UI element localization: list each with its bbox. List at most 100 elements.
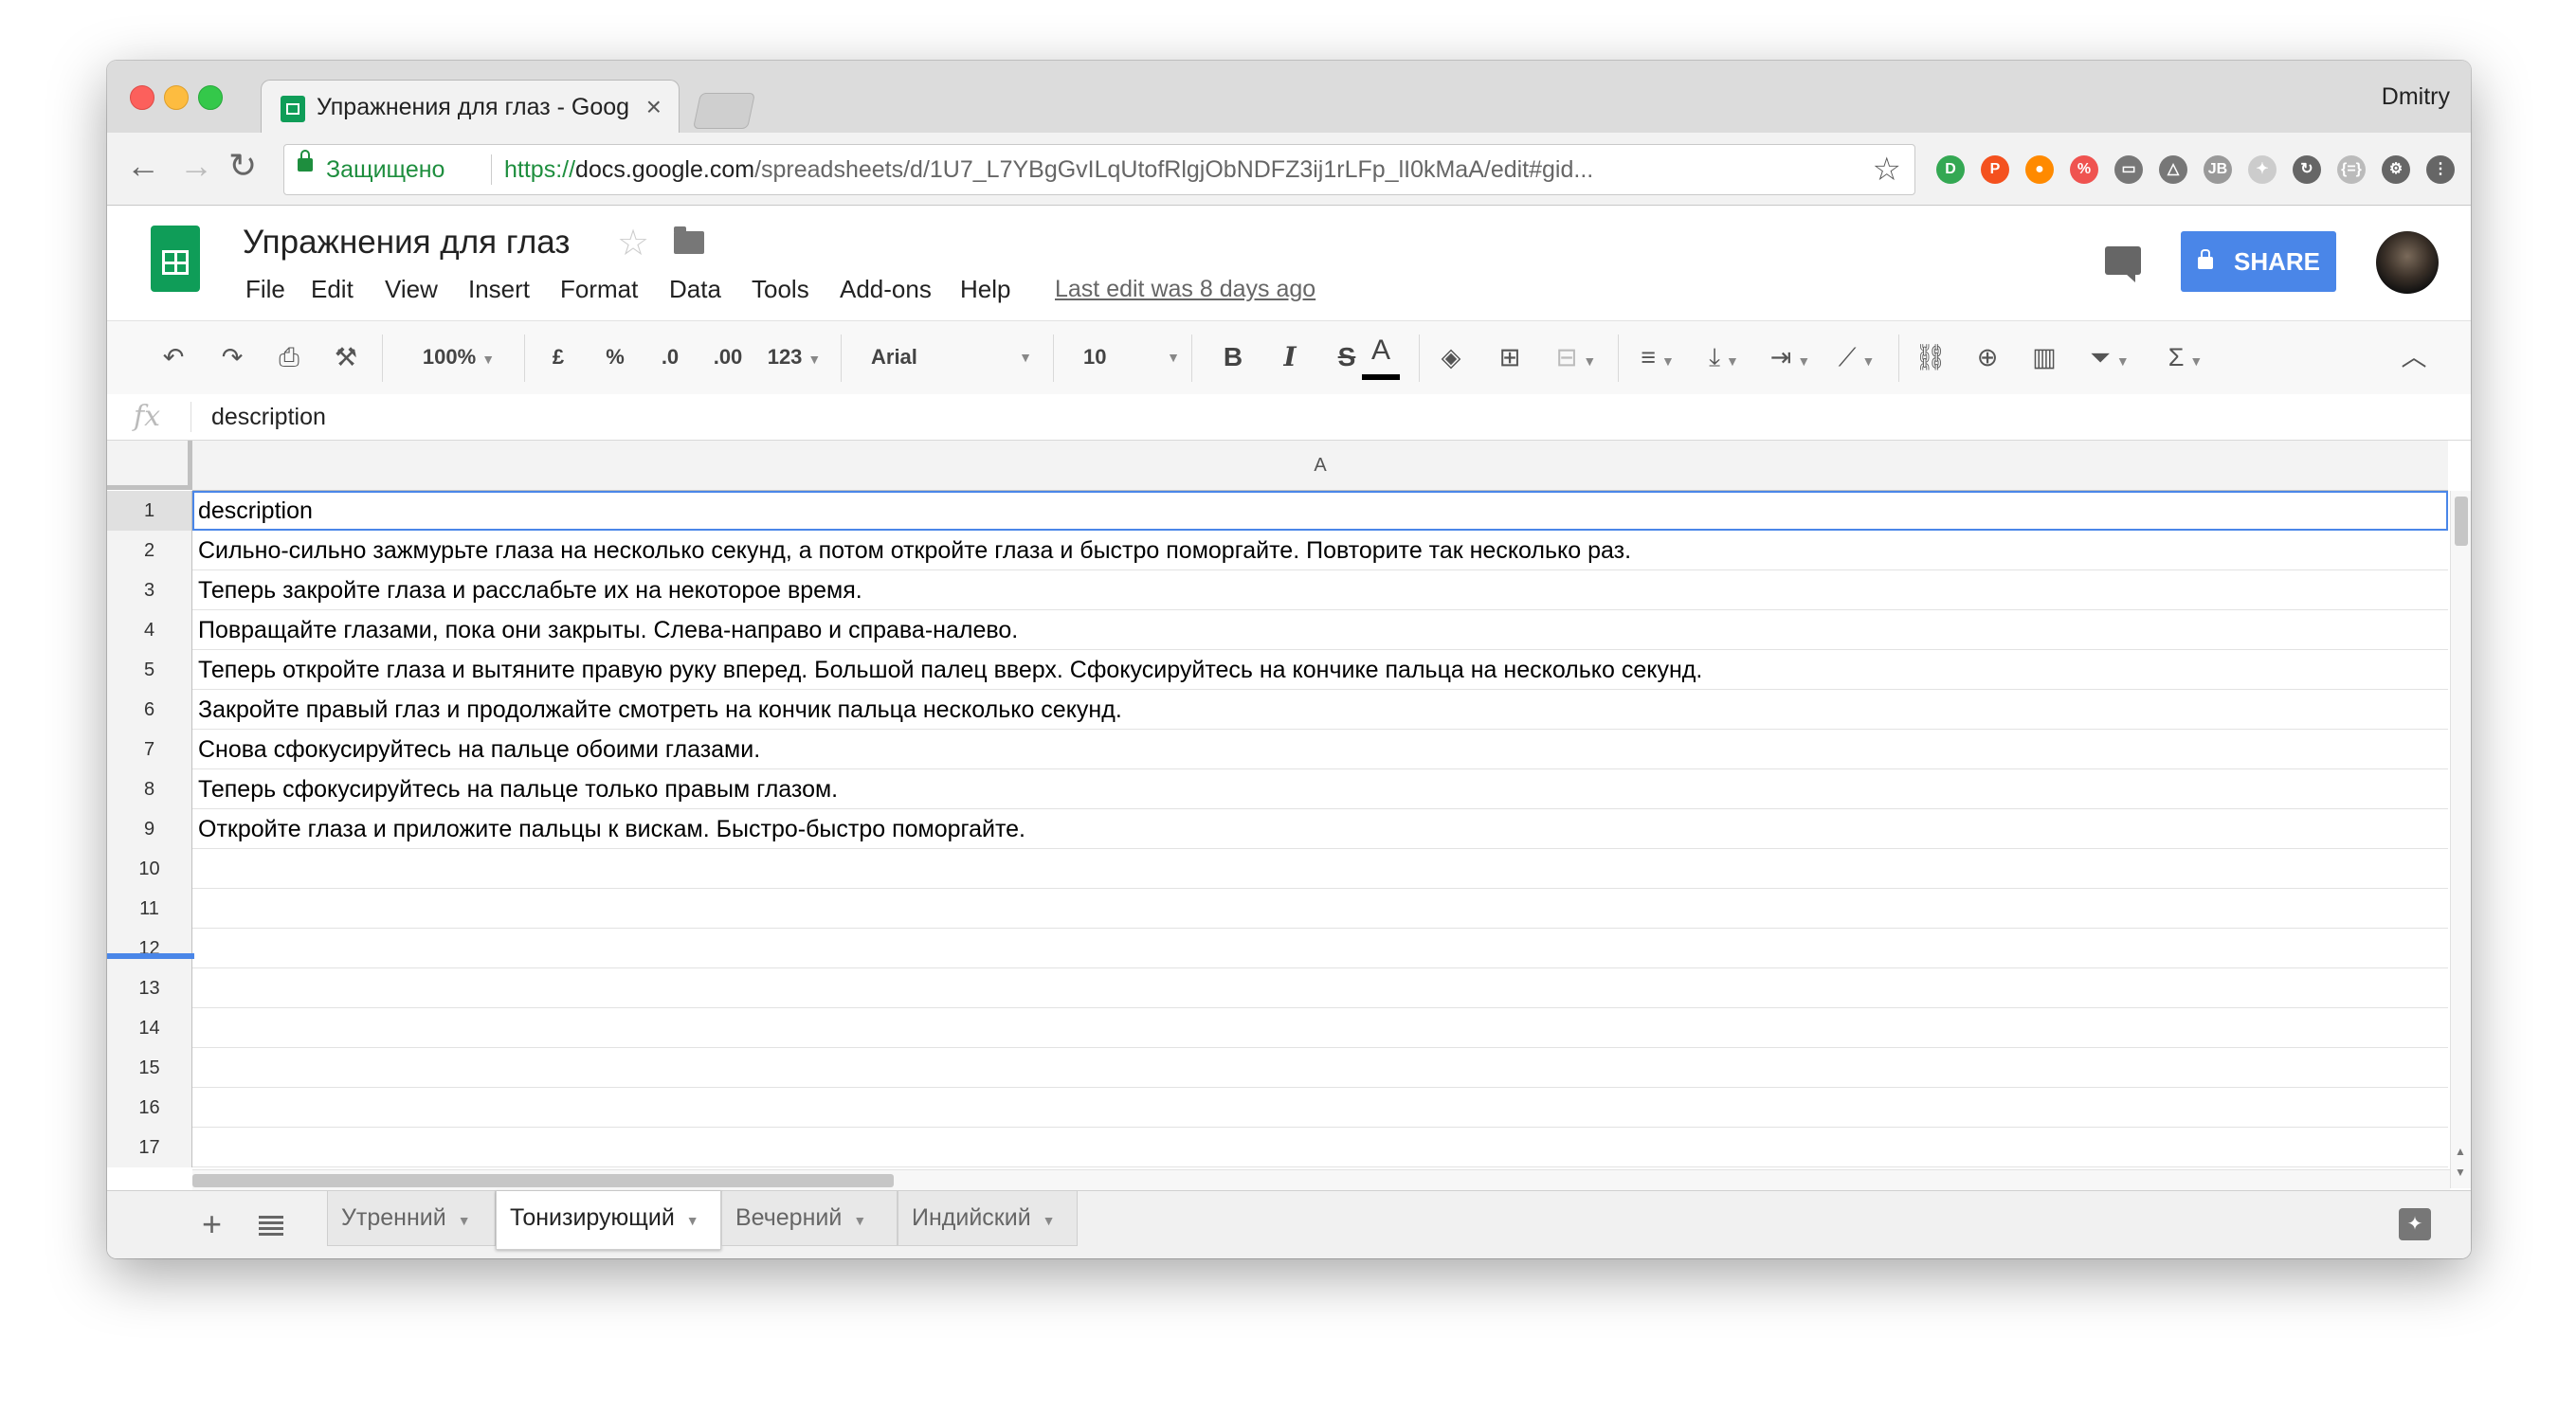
- more-formats-button[interactable]: 123 ▼: [761, 336, 827, 378]
- profile-name[interactable]: Dmitry: [2382, 83, 2450, 111]
- drive-icon[interactable]: △: [2159, 155, 2187, 184]
- merge-cells-icon[interactable]: ⊟ ▼: [1548, 336, 1605, 378]
- cell-a[interactable]: Откройте глаза и приложите пальцы к виск…: [198, 809, 1025, 849]
- json-extension[interactable]: {=}: [2337, 155, 2366, 184]
- text-wrapping-icon[interactable]: ⇥ ▼: [1762, 336, 1819, 378]
- row-header[interactable]: 17: [107, 1128, 192, 1167]
- sync-icon[interactable]: ↻: [2293, 155, 2321, 184]
- menu-dots-icon[interactable]: ⋮: [2426, 155, 2455, 184]
- cell-a[interactable]: Закройте правый глаз и продолжайте смотр…: [198, 690, 1122, 730]
- move-to-folder-icon[interactable]: [674, 226, 704, 254]
- row-header[interactable]: 8: [107, 769, 192, 809]
- horizontal-align-icon[interactable]: ≡ ▼: [1629, 336, 1686, 378]
- redo-icon[interactable]: ↷: [213, 336, 251, 378]
- row-header[interactable]: 12: [107, 929, 192, 968]
- row-header[interactable]: 5: [107, 650, 192, 690]
- cell-a[interactable]: Теперь откройте глаза и вытяните правую …: [198, 650, 1702, 690]
- browser-tab[interactable]: Упражнения для глаз - Google Sheets ×: [261, 80, 680, 136]
- document-title[interactable]: Упражнения для глаз: [243, 224, 570, 262]
- menu-format[interactable]: Format: [560, 275, 638, 304]
- sheet-tab-morning[interactable]: Утренний ▼: [327, 1191, 496, 1246]
- cell-a[interactable]: Теперь закройте глаза и расслабьте их на…: [198, 570, 862, 610]
- all-sheets-icon[interactable]: [259, 1216, 283, 1237]
- row-header[interactable]: 13: [107, 968, 192, 1008]
- bold-button[interactable]: B: [1214, 336, 1252, 378]
- sheets-logo-icon[interactable]: [151, 226, 200, 292]
- menu-edit[interactable]: Edit: [311, 275, 354, 304]
- reload-icon[interactable]: ↻: [228, 146, 257, 186]
- percent-extension[interactable]: %: [2070, 155, 2098, 184]
- italic-button[interactable]: I: [1271, 336, 1309, 378]
- orange-extension[interactable]: ●: [2025, 155, 2054, 184]
- decrease-decimals-button[interactable]: .0: [651, 336, 689, 378]
- format-currency-button[interactable]: £: [539, 336, 577, 378]
- menu-add-ons[interactable]: Add-ons: [840, 275, 932, 304]
- add-sheet-icon[interactable]: +: [202, 1204, 222, 1244]
- close-window-button[interactable]: [130, 85, 154, 110]
- zoom-window-button[interactable]: [198, 85, 223, 110]
- sheet-tab-indian[interactable]: Индийский ▼: [898, 1191, 1078, 1246]
- zoom-select[interactable]: 100% ▼: [407, 336, 511, 378]
- select-all-corner[interactable]: [107, 441, 192, 490]
- forward-icon[interactable]: →: [179, 146, 213, 186]
- url-field[interactable]: Защищено https://docs.google.com/spreads…: [283, 144, 1915, 195]
- sheet-tab-evening[interactable]: Вечерний ▼: [721, 1191, 898, 1246]
- sheet-tab-tonic[interactable]: Тонизирующий ▼: [496, 1191, 721, 1250]
- p-extension[interactable]: P: [1981, 155, 2009, 184]
- scroll-down-icon[interactable]: ▼: [2455, 1166, 2466, 1179]
- last-edit-link[interactable]: Last edit was 8 days ago: [1055, 276, 1315, 303]
- menu-file[interactable]: File: [245, 275, 285, 304]
- row-header[interactable]: 16: [107, 1088, 192, 1128]
- cell-a[interactable]: Повращайте глазами, пока они закрыты. Сл…: [198, 610, 1018, 650]
- row-header[interactable]: 3: [107, 570, 192, 610]
- formula-input[interactable]: description: [211, 404, 326, 431]
- menu-help[interactable]: Help: [960, 275, 1010, 304]
- borders-icon[interactable]: ⊞: [1489, 336, 1531, 378]
- avatar[interactable]: [2376, 231, 2439, 294]
- print-icon[interactable]: ⎙: [270, 336, 308, 378]
- increase-decimals-button[interactable]: .00: [704, 336, 752, 378]
- cell-a[interactable]: Снова сфокусируйтесь на пальце обоими гл…: [198, 730, 760, 769]
- new-tab-button[interactable]: [692, 93, 756, 129]
- filter-icon[interactable]: ⏷ ▼: [2077, 336, 2143, 378]
- d-extension[interactable]: D: [1936, 155, 1965, 184]
- paint-format-icon[interactable]: ⚒: [327, 336, 365, 378]
- functions-button[interactable]: Σ ▼: [2152, 336, 2219, 378]
- vertical-align-icon[interactable]: ⤓ ▼: [1696, 336, 1752, 378]
- cell-a[interactable]: Теперь сфокусируйтесь на пальце только п…: [198, 769, 838, 809]
- text-color-button[interactable]: A: [1360, 334, 1402, 380]
- font-select[interactable]: Arial ▼: [852, 336, 1042, 378]
- freeze-handle[interactable]: [107, 953, 194, 959]
- cell-a[interactable]: Сильно-сильно зажмурьте глаза на несколь…: [198, 531, 1631, 570]
- insert-link-icon[interactable]: ⛓: [1910, 336, 1951, 378]
- tab-close-icon[interactable]: ×: [646, 92, 662, 122]
- undo-icon[interactable]: ↶: [154, 336, 192, 378]
- cast-icon[interactable]: ▭: [2114, 155, 2143, 184]
- row-header[interactable]: 15: [107, 1048, 192, 1088]
- insert-comment-icon[interactable]: ⊕: [1967, 336, 2008, 378]
- cell-a[interactable]: description: [198, 491, 313, 531]
- menu-data[interactable]: Data: [669, 275, 721, 304]
- insert-chart-icon[interactable]: ▥: [2023, 336, 2065, 378]
- row-header[interactable]: 4: [107, 610, 192, 650]
- menu-tools[interactable]: Tools: [752, 275, 809, 304]
- vertical-scroll-thumb[interactable]: [2455, 497, 2468, 546]
- openai-icon[interactable]: ⚙: [2382, 155, 2410, 184]
- scroll-up-icon[interactable]: ▲: [2455, 1145, 2466, 1158]
- row-header[interactable]: 9: [107, 809, 192, 849]
- horizontal-scrollbar[interactable]: [192, 1169, 2450, 1191]
- text-rotation-icon[interactable]: ⟋ ▼: [1828, 336, 1885, 378]
- column-header-a[interactable]: A: [192, 441, 2448, 491]
- jb-extension[interactable]: JB: [2204, 155, 2232, 184]
- menu-insert[interactable]: Insert: [468, 275, 530, 304]
- minimize-window-button[interactable]: [164, 85, 189, 110]
- row-header[interactable]: 14: [107, 1008, 192, 1048]
- format-percent-button[interactable]: %: [596, 336, 634, 378]
- back-icon[interactable]: ←: [126, 146, 160, 186]
- menu-view[interactable]: View: [385, 275, 438, 304]
- row-header[interactable]: 10: [107, 849, 192, 889]
- bookmark-star-icon[interactable]: ☆: [1873, 151, 1901, 189]
- font-size-select[interactable]: 10 ▼: [1064, 336, 1188, 378]
- horizontal-scroll-thumb[interactable]: [192, 1174, 894, 1187]
- row-header[interactable]: 11: [107, 889, 192, 929]
